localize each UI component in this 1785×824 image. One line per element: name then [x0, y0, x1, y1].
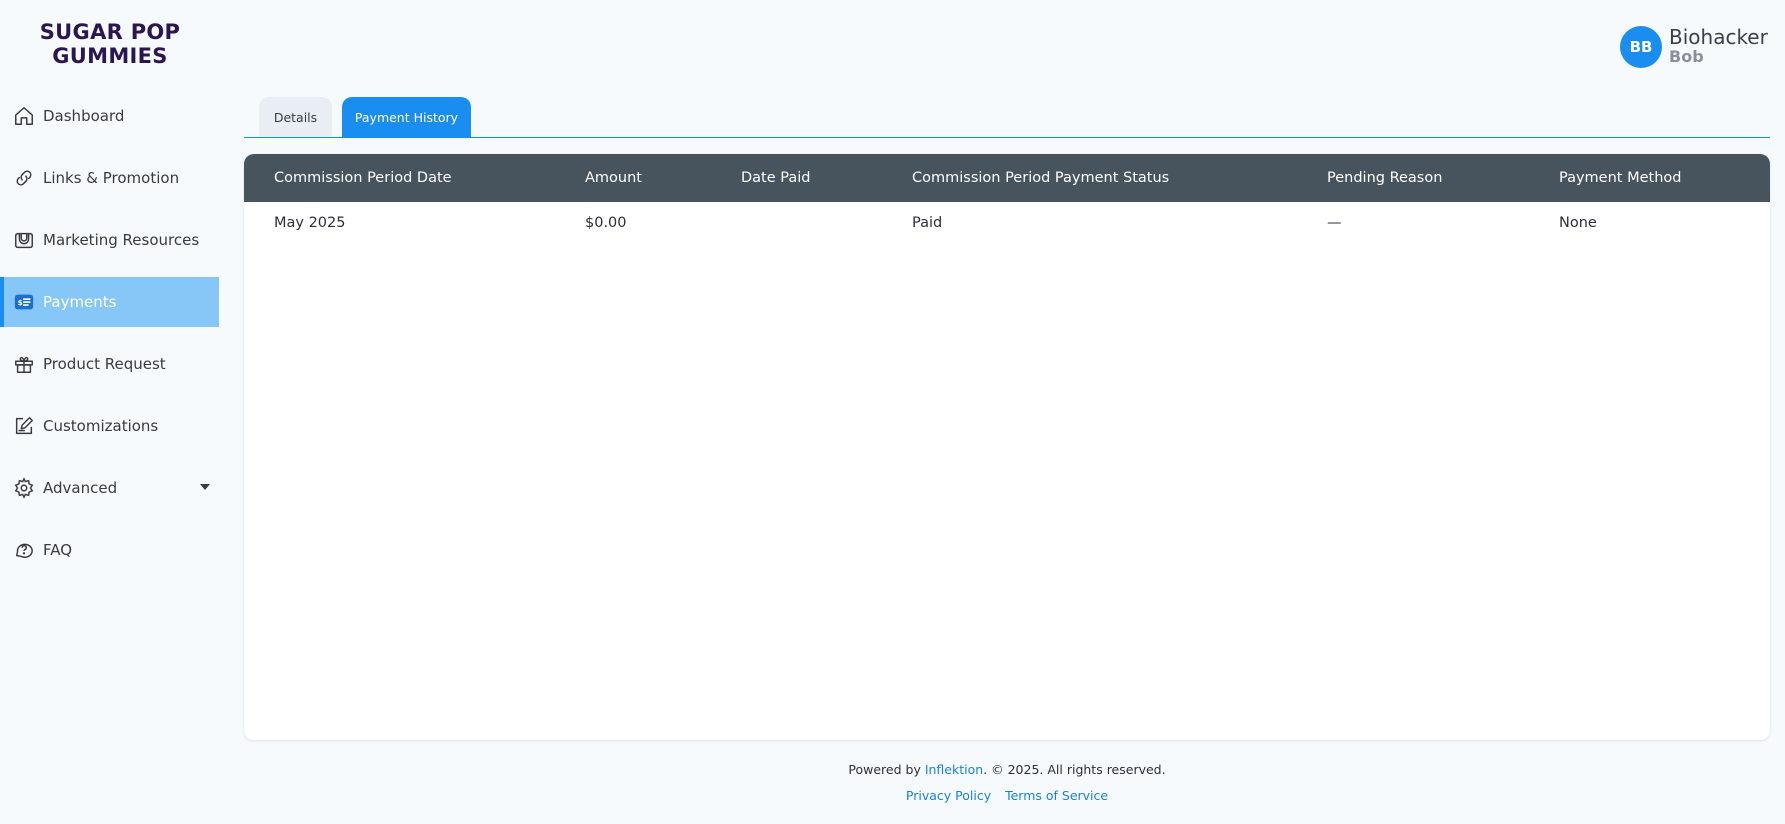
- cell-amount: $0.00: [585, 215, 627, 231]
- brand-logo[interactable]: SUGAR POP GUMMIES: [38, 20, 182, 68]
- cell-commission-period-date: May 2025: [274, 215, 346, 231]
- folder-icon: [13, 229, 35, 251]
- sidebar-item-label: Product Request: [43, 355, 166, 373]
- svg-text:$: $: [18, 298, 23, 307]
- sidebar-item-label: Links & Promotion: [43, 169, 180, 187]
- sidebar-item-label: Advanced: [43, 479, 118, 497]
- sidebar-item-payments[interactable]: $ Payments: [0, 277, 219, 327]
- avatar[interactable]: BB: [1620, 26, 1662, 68]
- link-icon: [13, 167, 35, 189]
- chevron-down-icon[interactable]: [200, 484, 210, 490]
- inflektion-link[interactable]: Inflektion: [925, 762, 983, 777]
- tab-bar: Details Payment History: [244, 97, 1770, 138]
- user-menu[interactable]: BB Biohacker Bob: [1620, 26, 1768, 68]
- tab-payment-history[interactable]: Payment History: [342, 97, 471, 137]
- sidebar-item-faq[interactable]: FAQ: [0, 525, 219, 575]
- column-header-date-paid[interactable]: Date Paid: [741, 154, 810, 202]
- terms-of-service-link[interactable]: Terms of Service: [1005, 788, 1108, 803]
- privacy-policy-link[interactable]: Privacy Policy: [906, 788, 991, 803]
- brand-line-1: SUGAR POP: [39, 20, 181, 44]
- cell-payment-method: None: [1559, 215, 1597, 231]
- sidebar-item-advanced[interactable]: Advanced: [0, 463, 219, 513]
- sidebar-item-label: FAQ: [43, 541, 73, 559]
- table-header-row: Commission Period Date Amount Date Paid …: [244, 154, 1770, 202]
- payments-icon: $: [13, 291, 35, 313]
- sidebar-item-marketing-resources[interactable]: Marketing Resources: [0, 215, 219, 265]
- sidebar-item-product-request[interactable]: Product Request: [0, 339, 219, 389]
- cell-pending-reason: —: [1327, 215, 1342, 231]
- sidebar-item-links-promotion[interactable]: Links & Promotion: [0, 153, 219, 203]
- sidebar: SUGAR POP GUMMIES Dashboard Links & Prom…: [0, 0, 219, 824]
- help-chat-icon: [13, 539, 35, 561]
- footer: Powered by Inflektion. © 2025. All right…: [244, 760, 1770, 803]
- cell-payment-status: Paid: [912, 215, 943, 231]
- sidebar-item-customizations[interactable]: Customizations: [0, 401, 219, 451]
- column-header-payment-method[interactable]: Payment Method: [1559, 154, 1681, 202]
- sidebar-item-label: Dashboard: [43, 107, 125, 125]
- app-root: SUGAR POP GUMMIES Dashboard Links & Prom…: [0, 0, 1785, 824]
- sidebar-item-label: Marketing Resources: [43, 231, 200, 249]
- gift-icon: [13, 353, 35, 375]
- footer-powered-suffix: . © 2025. All rights reserved.: [983, 762, 1166, 777]
- sidebar-item-label: Customizations: [43, 417, 159, 435]
- footer-copyright: Powered by Inflektion. © 2025. All right…: [244, 760, 1770, 780]
- user-first-name: Biohacker: [1669, 25, 1768, 49]
- column-header-pending-reason[interactable]: Pending Reason: [1327, 154, 1442, 202]
- sidebar-item-label: Payments: [43, 293, 117, 311]
- footer-links: Privacy Policy Terms of Service: [244, 788, 1770, 803]
- column-header-amount[interactable]: Amount: [585, 154, 642, 202]
- user-names: Biohacker Bob: [1669, 25, 1768, 66]
- column-header-commission-period-date[interactable]: Commission Period Date: [274, 154, 452, 202]
- tab-details[interactable]: Details: [259, 97, 332, 137]
- sidebar-item-dashboard[interactable]: Dashboard: [0, 91, 219, 141]
- payment-history-table: Commission Period Date Amount Date Paid …: [244, 154, 1770, 740]
- footer-powered-prefix: Powered by: [848, 762, 925, 777]
- home-icon: [13, 105, 35, 127]
- brand-line-2: GUMMIES: [52, 44, 168, 68]
- user-last-name: Bob: [1669, 47, 1704, 66]
- edit-icon: [13, 415, 35, 437]
- table-row: May 2025 $0.00 Paid — None: [244, 202, 1770, 244]
- column-header-payment-status[interactable]: Commission Period Payment Status: [912, 154, 1169, 202]
- gear-icon: [13, 477, 35, 499]
- sidebar-nav: Dashboard Links & Promotion Marketing Re…: [0, 91, 219, 587]
